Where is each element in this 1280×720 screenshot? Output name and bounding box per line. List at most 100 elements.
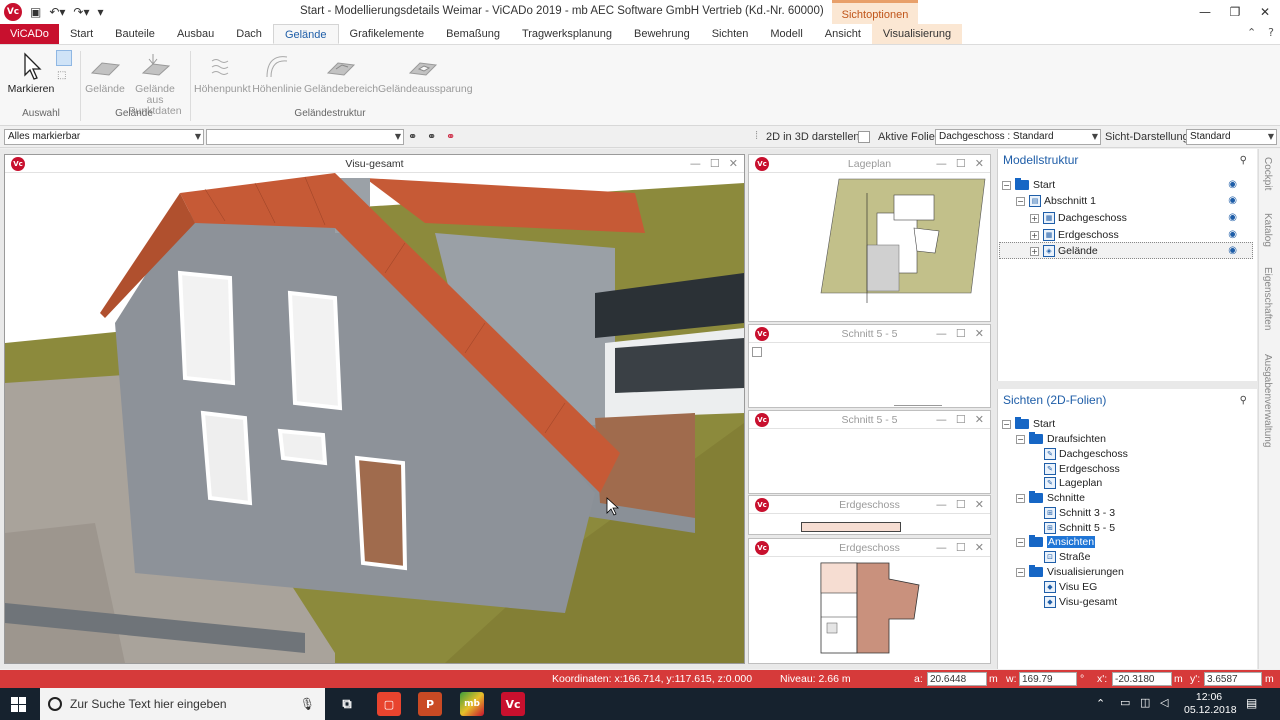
windows-start-icon[interactable] [11, 697, 26, 712]
binoculars-filter-icon[interactable]: ⚭ [446, 130, 455, 143]
selection-filter-combo[interactable]: Alles markierbar ▼ [4, 129, 204, 145]
redo-icon[interactable]: ↷▾ [73, 5, 89, 19]
close-icon[interactable]: ✕ [975, 541, 984, 554]
expand-icon[interactable]: + [1030, 230, 1039, 240]
tab-start[interactable]: Start [59, 24, 104, 44]
tree-node-visu-eg[interactable]: ◆ Visu EG [1044, 579, 1097, 595]
tab-ansicht[interactable]: Ansicht [814, 24, 872, 44]
tree-node-visu-gesamt[interactable]: ◆ Visu-gesamt [1044, 594, 1117, 610]
y-field[interactable]: 3.6587 [1204, 672, 1262, 686]
microphone-icon[interactable]: 🎙 [300, 697, 315, 711]
volume-icon[interactable]: ◁ [1160, 696, 1168, 709]
visibility-eye-icon[interactable]: ◉ [1228, 229, 1237, 240]
a-field[interactable]: 20.6448 [927, 672, 987, 686]
collapse-icon[interactable]: − [1002, 180, 1011, 190]
side-tab-eigenschaften[interactable]: Eigenschaften [1262, 267, 1273, 330]
3d-scene[interactable] [5, 173, 744, 663]
task-view-icon[interactable]: ⧉ [335, 692, 359, 716]
view-settings-icon[interactable] [752, 347, 762, 357]
gelaendeaussparung-button[interactable]: Geländeaussparung [378, 51, 473, 95]
help-icon[interactable]: ? [1268, 26, 1274, 39]
gelaendebereich-button[interactable]: Geländebereich [304, 51, 378, 95]
pin-icon[interactable]: ⚲ [1240, 395, 1247, 406]
tree-node-dachgeschoss[interactable]: + ▦ Dachgeschoss [1030, 210, 1127, 226]
checkbox-2d-in-3d[interactable] [858, 131, 870, 143]
markieren-button[interactable]: Markieren [6, 51, 56, 95]
aktive-folie-combo[interactable]: Dachgeschoss : Standard ▼ [935, 129, 1101, 145]
tab-bauteile[interactable]: Bauteile [104, 24, 166, 44]
collapse-icon[interactable]: − [1016, 537, 1025, 547]
visibility-eye-icon[interactable]: ◉ [1228, 179, 1237, 190]
sicht-darstellung-combo[interactable]: Standard ▼ [1186, 129, 1277, 145]
pin-icon[interactable]: ⚲ [1240, 155, 1247, 166]
close-icon[interactable]: ✕ [975, 498, 984, 511]
select-window-icon[interactable]: ⬚ [57, 70, 66, 81]
tab-bewehrung[interactable]: Bewehrung [623, 24, 701, 44]
tree-node-ansichten[interactable]: − Ansichten [1016, 534, 1096, 550]
collapse-icon[interactable]: − [1016, 493, 1025, 503]
undo-icon[interactable]: ↶▾ [49, 5, 65, 19]
tab-visualisierung[interactable]: Visualisierung [871, 24, 963, 44]
collapse-icon[interactable]: − [1002, 419, 1011, 429]
w-field[interactable]: 169.79 [1019, 672, 1077, 686]
collapse-icon[interactable]: − [1016, 196, 1025, 206]
maximize-icon[interactable]: ☐ [956, 327, 966, 340]
tab-gelaende[interactable]: Gelände [272, 24, 339, 44]
tree-node-abschnitt[interactable]: − ▤ Abschnitt 1 [1016, 193, 1096, 209]
x-field[interactable]: -20.3180 [1112, 672, 1172, 686]
minimize-icon[interactable]: — [1190, 0, 1220, 24]
close-icon[interactable]: ✕ [975, 413, 984, 426]
expand-icon[interactable]: + [1030, 213, 1039, 223]
network-icon[interactable]: ◫ [1140, 696, 1150, 709]
battery-icon[interactable]: ▭ [1120, 696, 1130, 709]
powerpoint-icon[interactable]: P [418, 692, 442, 716]
tab-bemassung[interactable]: Bemaßung [435, 24, 511, 44]
hoehenpunkt-button[interactable]: Höhenpunkt [194, 51, 251, 95]
maximize-icon[interactable]: ☐ [956, 541, 966, 554]
view-erdgeschoss[interactable]: Vc Erdgeschoss — ☐ ✕ [748, 495, 991, 535]
view-schnitt-5-5-second[interactable]: Vc Schnitt 5 - 5— ☐ ✕ [748, 410, 991, 494]
view-visu-gesamt[interactable]: Vc Visu-gesamt — ☐ ✕ [4, 154, 745, 664]
binoculars-icon[interactable]: ⚭ [408, 130, 417, 143]
minimize-icon[interactable]: — [690, 157, 701, 170]
mb-app-icon[interactable]: mb [460, 692, 484, 716]
tab-modell[interactable]: Modell [759, 24, 813, 44]
select-single-icon[interactable] [56, 50, 72, 66]
minimize-icon[interactable]: — [936, 327, 947, 340]
tab-grafikelemente[interactable]: Grafikelemente [339, 24, 436, 44]
secondary-filter-combo[interactable]: ▼ [206, 129, 404, 145]
close-icon[interactable]: ✕ [729, 157, 738, 170]
side-tab-cockpit[interactable]: Cockpit [1262, 157, 1273, 190]
notifications-icon[interactable]: ▤ [1246, 696, 1257, 710]
binoculars-next-icon[interactable]: ⚭ [427, 130, 436, 143]
visibility-eye-icon[interactable]: ◉ [1228, 195, 1237, 206]
minimize-icon[interactable]: — [936, 157, 947, 170]
collapse-icon[interactable]: − [1016, 434, 1025, 444]
tab-sichten[interactable]: Sichten [701, 24, 760, 44]
restore-icon[interactable]: ❐ [1220, 0, 1250, 24]
tree-node-visualisierungen[interactable]: − Visualisierungen [1016, 564, 1124, 580]
tab-tragwerksplanung[interactable]: Tragwerksplanung [511, 24, 623, 44]
tab-dach[interactable]: Dach [225, 24, 273, 44]
tree-node-schnitt-3-3[interactable]: ⊞ Schnitt 3 - 3 [1044, 505, 1115, 521]
vicado-taskbar-icon[interactable]: Vc [501, 692, 525, 716]
app-icon-generic[interactable]: ▢ [377, 692, 401, 716]
hoehenlinie-button[interactable]: Höhenlinie [252, 51, 302, 95]
tree-node-start[interactable]: − Start [1002, 177, 1055, 193]
collapse-ribbon-icon[interactable]: ⌃ [1247, 26, 1256, 39]
taskbar-clock[interactable]: 12:06 05.12.2018 [1184, 691, 1237, 717]
close-icon[interactable]: ✕ [975, 157, 984, 170]
save-icon[interactable]: ▣ [30, 5, 41, 19]
visibility-eye-icon[interactable]: ◉ [1228, 212, 1237, 223]
view-lageplan[interactable]: Vc Lageplan — ☐ ✕ [748, 154, 991, 322]
visibility-eye-icon[interactable]: ◉ [1228, 245, 1237, 256]
view-erdgeschoss-second[interactable]: Vc Erdgeschoss — ☐ ✕ [748, 538, 991, 664]
minimize-icon[interactable]: — [936, 498, 947, 511]
maximize-icon[interactable]: ☐ [710, 157, 720, 170]
collapse-icon[interactable]: − [1016, 567, 1025, 577]
tree-node-schnitte[interactable]: − Schnitte [1016, 490, 1085, 506]
close-icon[interactable]: ✕ [975, 327, 984, 340]
maximize-icon[interactable]: ☐ [956, 498, 966, 511]
view-schnitt-5-5[interactable]: Vc Schnitt 5 - 5— ☐ ✕ [748, 324, 991, 408]
taskbar-search[interactable]: Zur Suche Text hier eingeben 🎙 [40, 688, 325, 720]
